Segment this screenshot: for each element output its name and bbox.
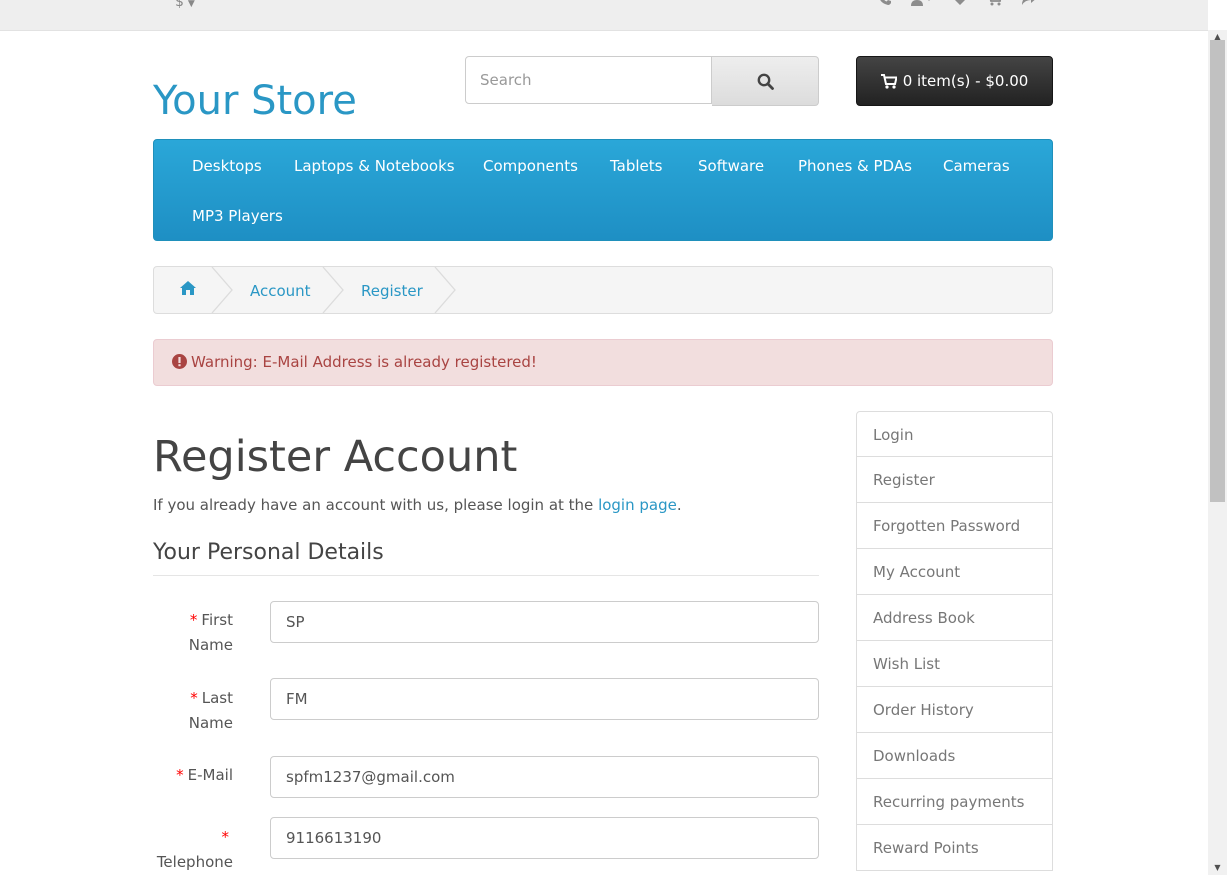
menu-item-desktops[interactable]: Desktops (192, 157, 262, 175)
email-field[interactable] (270, 756, 819, 798)
phone-icon[interactable] (878, 0, 892, 10)
section-divider (153, 575, 819, 576)
telephone-label: * Telephone (153, 825, 233, 875)
sidebar-item-my-account[interactable]: My Account (856, 549, 1053, 595)
home-icon[interactable] (179, 280, 197, 300)
cart-total-label: 0 item(s) - $0.00 (902, 72, 1029, 90)
cart-icon[interactable] (986, 0, 1002, 10)
email-label: * E-Mail (153, 763, 233, 788)
account-sidebar: Login Register Forgotten Password My Acc… (856, 411, 1053, 871)
alert-text: Warning: E-Mail Address is already regis… (191, 353, 537, 371)
required-marker: * (221, 828, 230, 846)
menu-item-laptops-notebooks[interactable]: Laptops & Notebooks (294, 157, 455, 175)
last-name-field[interactable] (270, 678, 819, 720)
section-title: Your Personal Details (153, 540, 384, 565)
last-name-label-line1: Last (201, 689, 233, 707)
share-icon[interactable] (1021, 0, 1037, 10)
required-marker: * (189, 611, 198, 629)
intro-prefix: If you already have an account with us, … (153, 496, 599, 514)
first-name-field[interactable] (270, 601, 819, 643)
menu-item-tablets[interactable]: Tablets (610, 157, 663, 175)
first-name-label-line1: First (201, 611, 233, 629)
menu-item-components[interactable]: Components (483, 157, 578, 175)
menu-item-cameras[interactable]: Cameras (943, 157, 1010, 175)
top-bar: $ ▼ (0, 0, 1208, 31)
scroll-down-arrow-icon[interactable]: ▼ (1208, 861, 1227, 875)
login-page-link[interactable]: login page (598, 496, 677, 514)
intro-text: If you already have an account with us, … (153, 496, 682, 514)
currency-symbol: $ (175, 0, 184, 10)
breadcrumb: Account Register (153, 266, 1053, 314)
first-name-label-line2: Name (188, 636, 233, 654)
sidebar-item-order-history[interactable]: Order History (856, 687, 1053, 733)
main-menu: Desktops Laptops & Notebooks Components … (153, 139, 1053, 241)
menu-item-software[interactable]: Software (698, 157, 764, 175)
warning-alert: Warning: E-Mail Address is already regis… (153, 339, 1053, 386)
telephone-field[interactable] (270, 817, 819, 859)
menu-item-mp3-players[interactable]: MP3 Players (192, 207, 283, 225)
exclamation-circle-icon (172, 354, 187, 373)
breadcrumb-separator (322, 267, 344, 313)
caret-down-icon: ▼ (187, 0, 195, 9)
sidebar-item-reward-points[interactable]: Reward Points (856, 825, 1053, 871)
last-name-label-line2: Name (188, 714, 233, 732)
sidebar-item-downloads[interactable]: Downloads (856, 733, 1053, 779)
search-input[interactable] (465, 56, 712, 104)
user-icon[interactable] (910, 0, 933, 10)
required-marker: * (176, 766, 184, 784)
required-marker: * (190, 689, 198, 707)
breadcrumb-account[interactable]: Account (250, 282, 311, 300)
shopping-cart-icon (880, 73, 897, 89)
breadcrumb-separator (211, 267, 233, 313)
breadcrumb-separator (434, 267, 456, 313)
sidebar-item-register[interactable]: Register (856, 457, 1053, 503)
sidebar-item-wish-list[interactable]: Wish List (856, 641, 1053, 687)
sidebar-item-recurring-payments[interactable]: Recurring payments (856, 779, 1053, 825)
sidebar-item-login[interactable]: Login (856, 411, 1053, 457)
email-label-text: E-Mail (187, 766, 233, 784)
cart-button[interactable]: 0 item(s) - $0.00 (856, 56, 1053, 106)
telephone-label-text: Telephone (156, 853, 233, 871)
first-name-label: * First Name (153, 608, 233, 658)
menu-item-phones-pdas[interactable]: Phones & PDAs (798, 157, 912, 175)
heart-icon[interactable] (952, 0, 968, 10)
breadcrumb-register[interactable]: Register (361, 282, 423, 300)
scrollbar-thumb[interactable] (1210, 40, 1225, 502)
page-title: Register Account (153, 432, 518, 482)
top-links (878, 0, 1051, 10)
intro-suffix: . (676, 496, 682, 514)
search-icon (757, 73, 774, 90)
vertical-scrollbar[interactable]: ▲ ▼ (1208, 30, 1227, 875)
sidebar-item-address-book[interactable]: Address Book (856, 595, 1053, 641)
store-logo[interactable]: Your Store (153, 78, 357, 124)
last-name-label: * Last Name (153, 686, 233, 736)
currency-dropdown[interactable]: $ ▼ (175, 0, 195, 10)
sidebar-item-forgotten-password[interactable]: Forgotten Password (856, 503, 1053, 549)
search-button[interactable] (712, 56, 819, 106)
